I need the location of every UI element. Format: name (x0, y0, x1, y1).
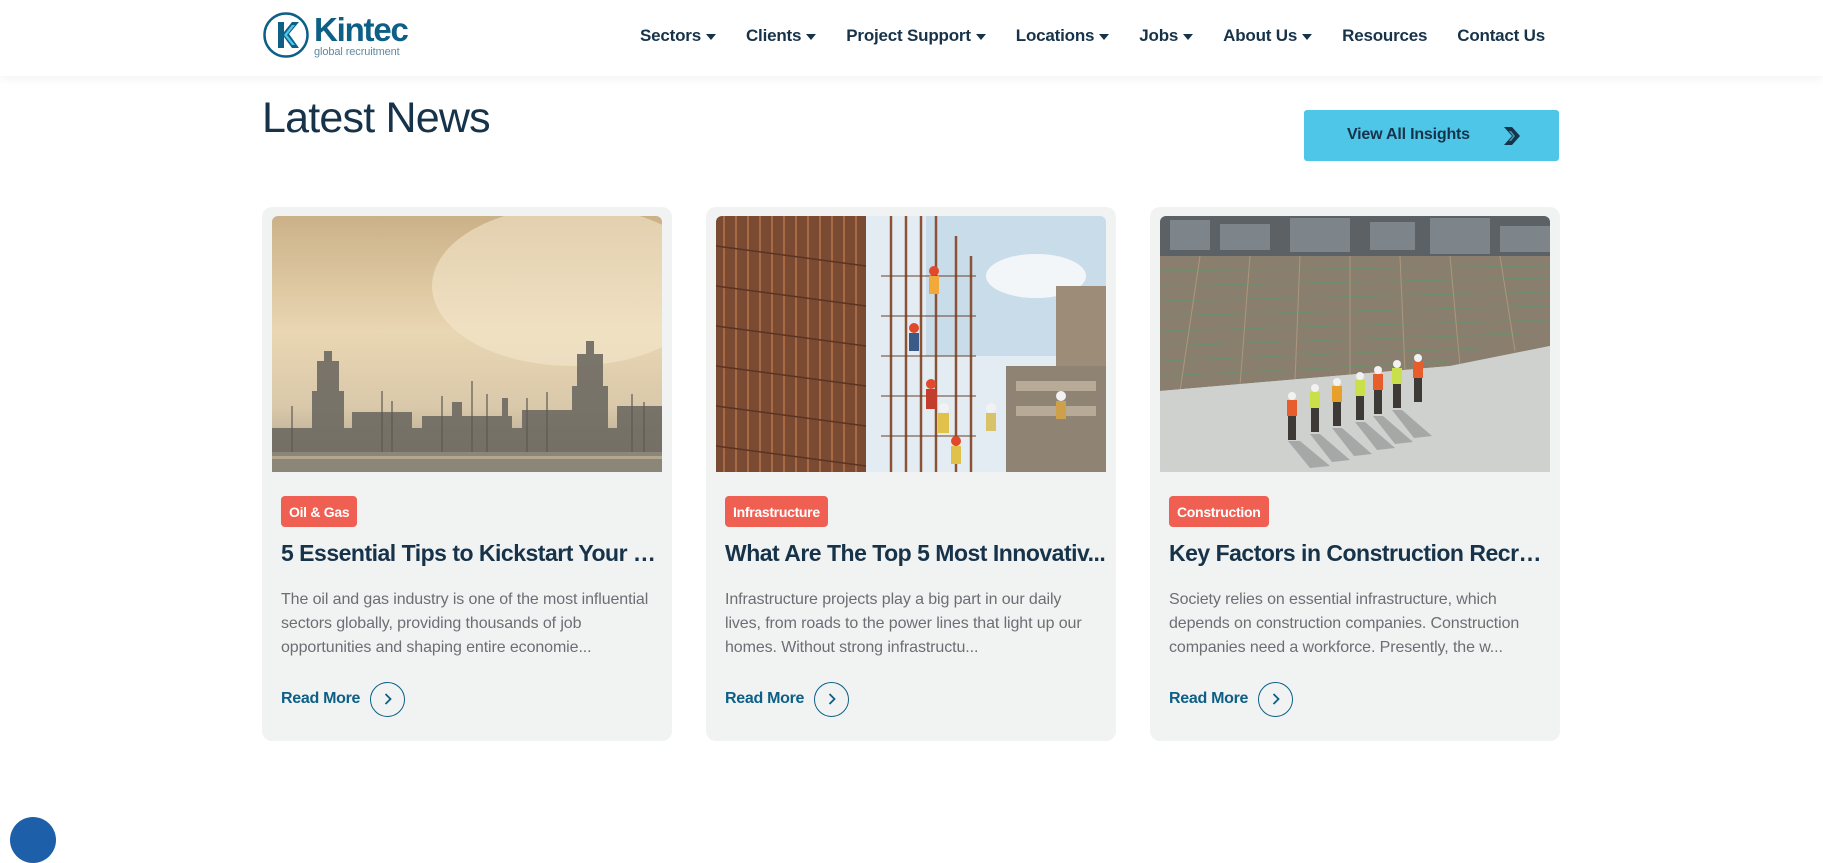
card-image-construction-crew[interactable] (1160, 216, 1550, 472)
read-more-label: Read More (1169, 690, 1249, 707)
nav-item-sectors[interactable]: Sectors (640, 26, 716, 46)
nav-label: Contact Us (1457, 26, 1545, 45)
card-image-rebar-workers[interactable] (716, 216, 1106, 472)
category-tag[interactable]: Infrastructure (725, 496, 828, 527)
nav-item-jobs[interactable]: Jobs (1139, 26, 1194, 46)
nav-label: Resources (1342, 26, 1428, 45)
nav-label: Jobs (1139, 26, 1179, 45)
site-header: Kintec global recruitment Sectors Client… (0, 0, 1823, 76)
nav-label: Sectors (640, 26, 701, 45)
read-more-link[interactable]: Read More (725, 681, 850, 717)
logo-tagline: global recruitment (314, 45, 400, 58)
nav-item-project-support[interactable]: Project Support (846, 26, 986, 46)
view-all-label: View All Insights (1347, 126, 1470, 143)
nav-label: About Us (1223, 26, 1298, 45)
read-more-label: Read More (281, 690, 361, 707)
chevron-right-circle-icon (370, 681, 406, 717)
rebar-workers-image (716, 216, 1106, 472)
category-tag[interactable]: Oil & Gas (281, 496, 358, 527)
caret-down-icon (705, 34, 716, 40)
view-all-insights-button[interactable]: View All Insights (1304, 110, 1559, 161)
card-excerpt: Society relies on essential infrastructu… (1169, 591, 1520, 656)
card-title[interactable]: 5 Essential Tips to Kickstart Your C... (281, 540, 663, 567)
caret-down-icon (806, 34, 817, 40)
chevron-right-circle-icon (814, 681, 850, 717)
caret-down-icon (1099, 34, 1110, 40)
caret-down-icon (1302, 34, 1313, 40)
chevron-right-icon (1504, 127, 1520, 145)
card-title[interactable]: What Are The Top 5 Most Innovativ... (725, 540, 1107, 567)
category-tag[interactable]: Construction (1169, 496, 1269, 527)
kintec-logo-mark-icon (263, 12, 309, 58)
nav-item-locations[interactable]: Locations (1016, 26, 1110, 46)
caret-down-icon (975, 34, 986, 40)
kintec-logo[interactable]: Kintec global recruitment (262, 10, 412, 60)
nav-item-about-us[interactable]: About Us (1223, 26, 1313, 46)
nav-label: Clients (745, 26, 802, 45)
news-card[interactable]: Infrastructure What Are The Top 5 Most I… (706, 207, 1116, 741)
nav-item-resources[interactable]: Resources (1342, 26, 1427, 46)
nav-item-clients[interactable]: Clients (745, 26, 817, 46)
news-card[interactable]: Construction Key Factors in Construction… (1150, 207, 1560, 741)
read-more-label: Read More (725, 690, 805, 707)
oil-rigs-image (272, 216, 662, 472)
card-excerpt: Infrastructure projects play a big part … (725, 591, 1082, 656)
chevron-right-circle-icon (1258, 681, 1294, 717)
construction-crew-image (1160, 216, 1550, 472)
nav-label: Project Support (846, 26, 971, 45)
news-card[interactable]: Oil & Gas 5 Essential Tips to Kickstart … (262, 207, 672, 741)
card-image-oil-rigs[interactable] (272, 216, 662, 472)
nav-item-contact-us[interactable]: Contact Us (1457, 26, 1545, 46)
nav-label: Locations (1015, 26, 1095, 45)
read-more-link[interactable]: Read More (281, 681, 406, 717)
card-excerpt: The oil and gas industry is one of the m… (281, 591, 649, 656)
logo-wordmark: Kintec global recruitment (314, 10, 409, 58)
accessibility-widget-icon[interactable] (10, 817, 56, 863)
card-title[interactable]: Key Factors in Construction Recrui... (1169, 540, 1551, 567)
main-nav: Sectors Clients Project Support Location… (610, 0, 1545, 72)
caret-down-icon (1183, 34, 1194, 40)
read-more-link[interactable]: Read More (1169, 681, 1294, 717)
section-title: Latest News (262, 94, 491, 142)
logo-name: Kintec (314, 10, 409, 48)
